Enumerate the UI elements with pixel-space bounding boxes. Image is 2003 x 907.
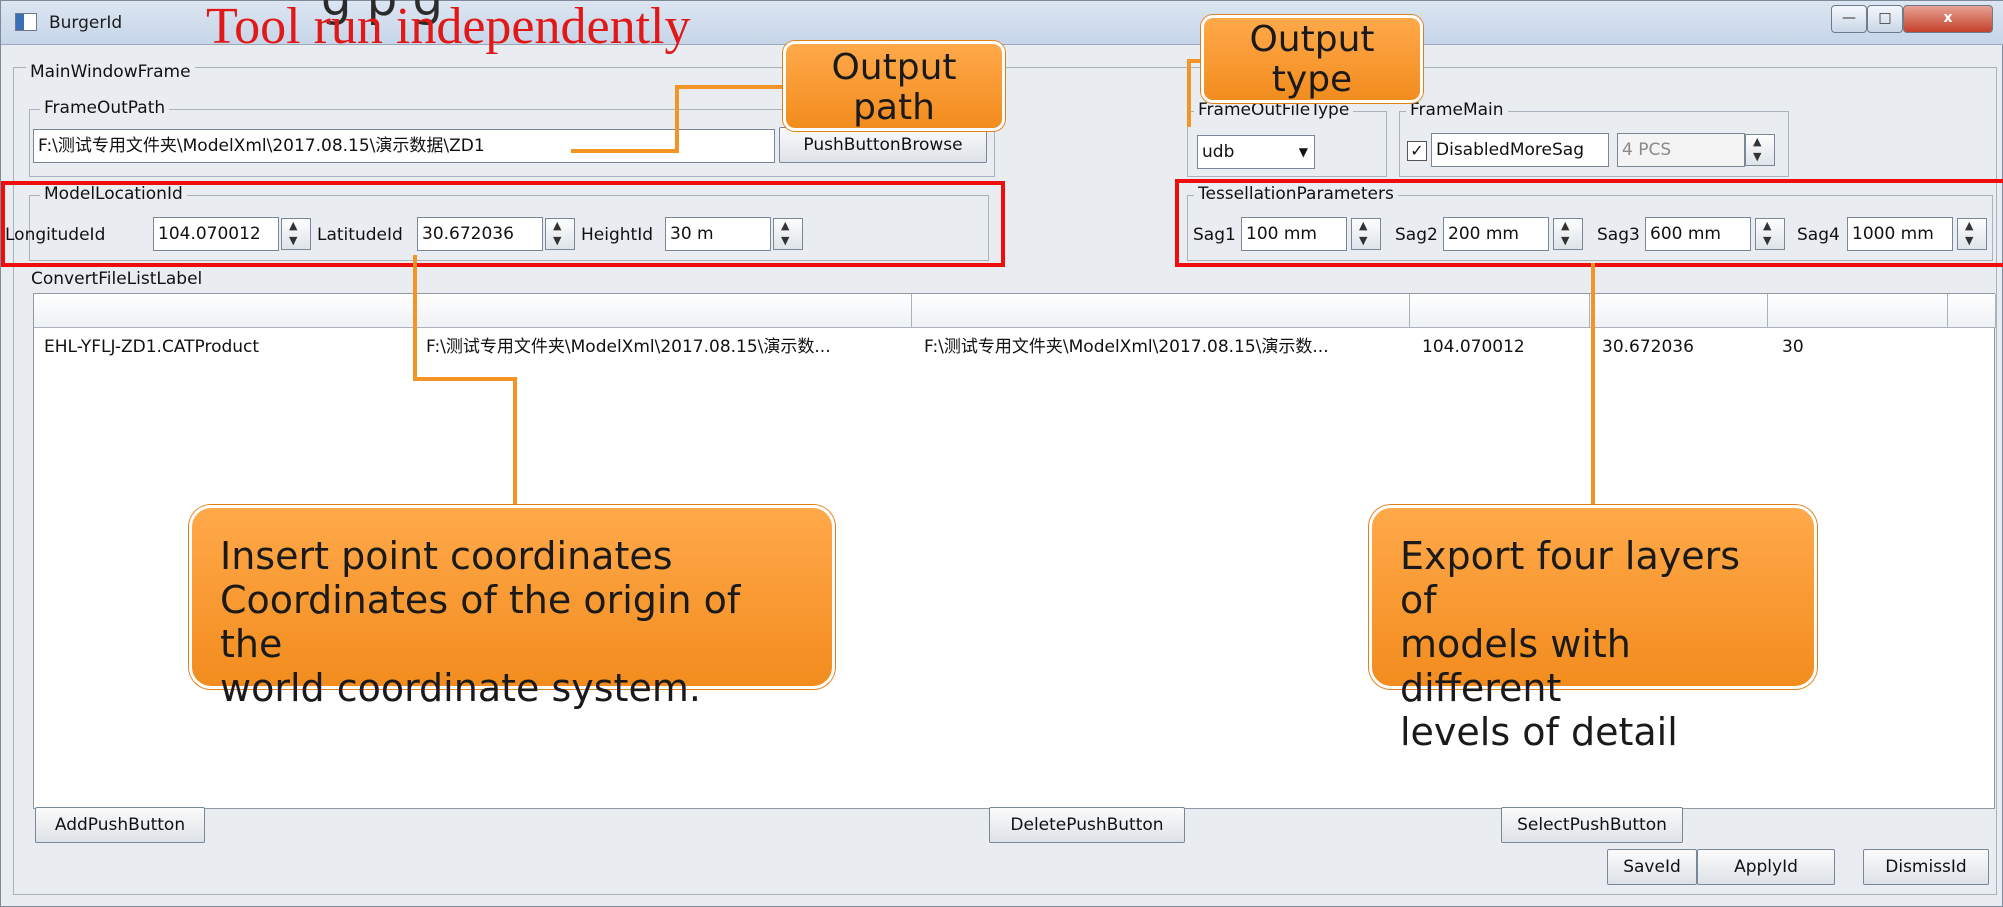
pcs-spin-icon[interactable] (1745, 134, 1775, 166)
tessellation-annotation-box (1175, 179, 2003, 267)
output-type-callout: Output type (1201, 15, 1423, 103)
coords-callout-line3: world coordinate system. (220, 666, 701, 710)
lod-callout-line2: models with different (1400, 622, 1631, 710)
output-type-callout-line2: type (1271, 59, 1353, 100)
lod-callout-line1: Export four layers of (1400, 534, 1741, 622)
row-latitude: 30.672036 (1602, 337, 1694, 357)
row-file-name: EHL-YFLJ-ZD1.CATProduct (44, 337, 260, 357)
title-bar: BurgerId g p g Tool run independently — … (1, 0, 2003, 55)
column-header[interactable] (1768, 294, 1948, 328)
lod-callout-line3: levels of detail (1400, 710, 1678, 754)
select-button[interactable]: SelectPushButton (1501, 807, 1683, 843)
dismiss-button[interactable]: DismissId (1863, 849, 1989, 885)
chevron-down-icon: ▼ (1298, 145, 1308, 159)
add-button[interactable]: AddPushButton (35, 807, 205, 843)
table-row[interactable]: EHL-YFLJ-ZD1.CATProduct F:\测试专用文件夹\Model… (34, 330, 1994, 364)
coords-connector (413, 255, 417, 381)
output-path-field[interactable]: F:\测试专用文件夹\ModelXml\2017.08.15\演示数据\ZD1 (33, 129, 775, 163)
column-header[interactable] (414, 294, 912, 328)
output-type-connector (1187, 59, 1201, 63)
minimize-button[interactable]: — (1831, 5, 1867, 33)
main-frame-label: MainWindowFrame (26, 62, 195, 82)
column-header[interactable] (912, 294, 1410, 328)
overlay-tool-run-label: Tool run independently (206, 0, 691, 55)
frame-main-label: FrameMain (1406, 100, 1508, 120)
lod-connector (1591, 263, 1595, 507)
coords-connector (513, 377, 517, 505)
coords-connector (413, 377, 517, 381)
output-path-callout: Output path (783, 41, 1005, 131)
close-button[interactable]: x (1903, 5, 1993, 33)
application-window: BurgerId g p g Tool run independently — … (0, 0, 2003, 907)
pcs-field[interactable]: 4 PCS (1617, 133, 1745, 167)
output-type-connector (1187, 59, 1191, 127)
column-header[interactable] (1948, 294, 1996, 328)
output-path-callout-line1: Output (831, 47, 957, 88)
browse-button[interactable]: PushButtonBrowse (779, 127, 987, 163)
coords-callout-line1: Insert point coordinates (220, 534, 673, 578)
disabled-more-sag-checkbox[interactable]: ✓ (1407, 141, 1427, 161)
column-header[interactable] (1590, 294, 1768, 328)
output-path-connector (675, 85, 679, 153)
disabled-more-sag-label: DisabledMoreSag (1431, 133, 1609, 167)
row-longitude: 104.070012 (1422, 337, 1525, 357)
output-type-callout-line1: Output (1249, 19, 1375, 60)
output-type-value: udb (1202, 142, 1235, 162)
location-annotation-box (1, 181, 1005, 267)
column-header[interactable] (1410, 294, 1590, 328)
apply-button[interactable]: ApplyId (1697, 849, 1835, 885)
coordinates-callout: Insert point coordinates Coordinates of … (189, 505, 835, 710)
column-header[interactable] (34, 294, 414, 328)
row-height: 30 (1782, 337, 1804, 357)
output-path-callout-line2: path (853, 87, 935, 128)
out-type-frame-label: FrameOutFileType (1194, 100, 1354, 120)
row-source-path: F:\测试专用文件夹\ModelXml\2017.08.15\演示数... (426, 337, 831, 357)
output-type-select[interactable]: udb ▼ (1197, 135, 1315, 169)
delete-button[interactable]: DeletePushButton (989, 807, 1185, 843)
app-icon (15, 13, 37, 31)
window-title: BurgerId (49, 13, 123, 33)
maximize-button[interactable]: □ (1867, 5, 1903, 33)
output-path-connector (571, 149, 679, 153)
row-target-path: F:\测试专用文件夹\ModelXml\2017.08.15\演示数... (924, 337, 1329, 357)
out-path-frame-label: FrameOutPath (40, 98, 170, 118)
convert-file-list-label: ConvertFileListLabel (31, 269, 203, 289)
output-path-connector (675, 85, 785, 89)
save-button[interactable]: SaveId (1607, 849, 1697, 885)
lod-callout: Export four layers of models with differ… (1369, 505, 1817, 754)
coords-callout-line2: Coordinates of the origin of the (220, 578, 741, 666)
